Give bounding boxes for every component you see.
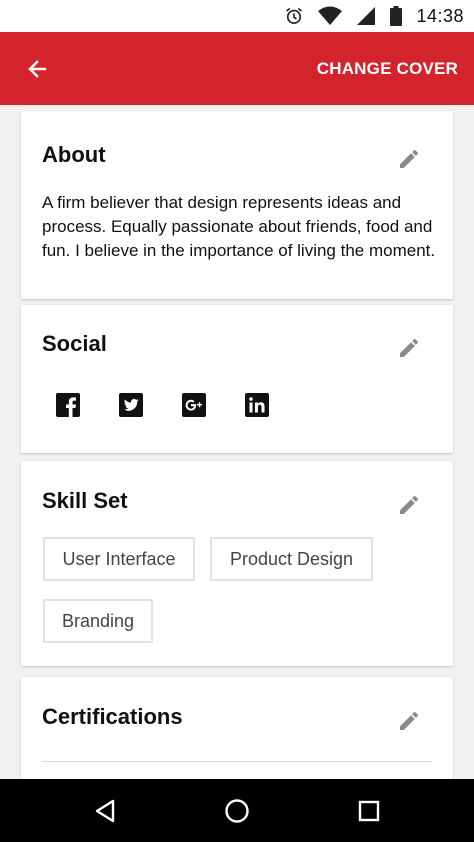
about-card: About A firm believer that design repres… — [21, 111, 453, 299]
alarm-icon — [286, 7, 303, 24]
google-plus-icon[interactable] — [182, 393, 206, 417]
pencil-icon[interactable] — [397, 147, 421, 171]
status-icons: 14:38 — [284, 0, 464, 32]
linkedin-icon[interactable] — [245, 393, 269, 417]
skill-chip[interactable]: Product Design — [210, 537, 373, 581]
recents-square-icon[interactable] — [355, 797, 383, 825]
skill-chip[interactable]: Branding — [43, 599, 153, 643]
about-text: A firm believer that design represents i… — [42, 193, 436, 260]
back-triangle-icon[interactable] — [91, 797, 119, 825]
home-circle-icon[interactable] — [223, 797, 251, 825]
arrow-left-icon — [28, 60, 47, 78]
skill-chip[interactable]: User Interface — [43, 537, 195, 581]
certifications-card: Certifications — [21, 677, 453, 779]
facebook-icon[interactable] — [56, 393, 80, 417]
back-button[interactable] — [18, 50, 56, 88]
skill-set-card: Skill Set User Interface Product Design … — [21, 461, 453, 666]
social-card: Social — [21, 305, 453, 453]
status-time: 14:38 — [416, 5, 464, 26]
navigation-bar — [0, 779, 474, 842]
skill-set-title: Skill Set — [42, 488, 128, 513]
status-bar: 14:38 — [0, 0, 474, 32]
battery-icon — [390, 6, 403, 26]
about-title: About — [42, 142, 106, 167]
pencil-icon[interactable] — [397, 493, 421, 517]
change-cover-button[interactable]: CHANGE COVER — [317, 32, 458, 105]
app-bar: CHANGE COVER — [0, 32, 474, 105]
twitter-icon[interactable] — [119, 393, 143, 417]
social-title: Social — [42, 331, 107, 356]
profile-content[interactable]: About A firm believer that design repres… — [0, 105, 474, 779]
pencil-icon[interactable] — [397, 709, 421, 733]
divider — [42, 761, 432, 762]
signal-icon — [357, 7, 376, 25]
certifications-title: Certifications — [42, 704, 183, 729]
social-icons — [56, 393, 269, 417]
pencil-icon[interactable] — [397, 336, 421, 360]
wifi-icon — [318, 6, 343, 25]
